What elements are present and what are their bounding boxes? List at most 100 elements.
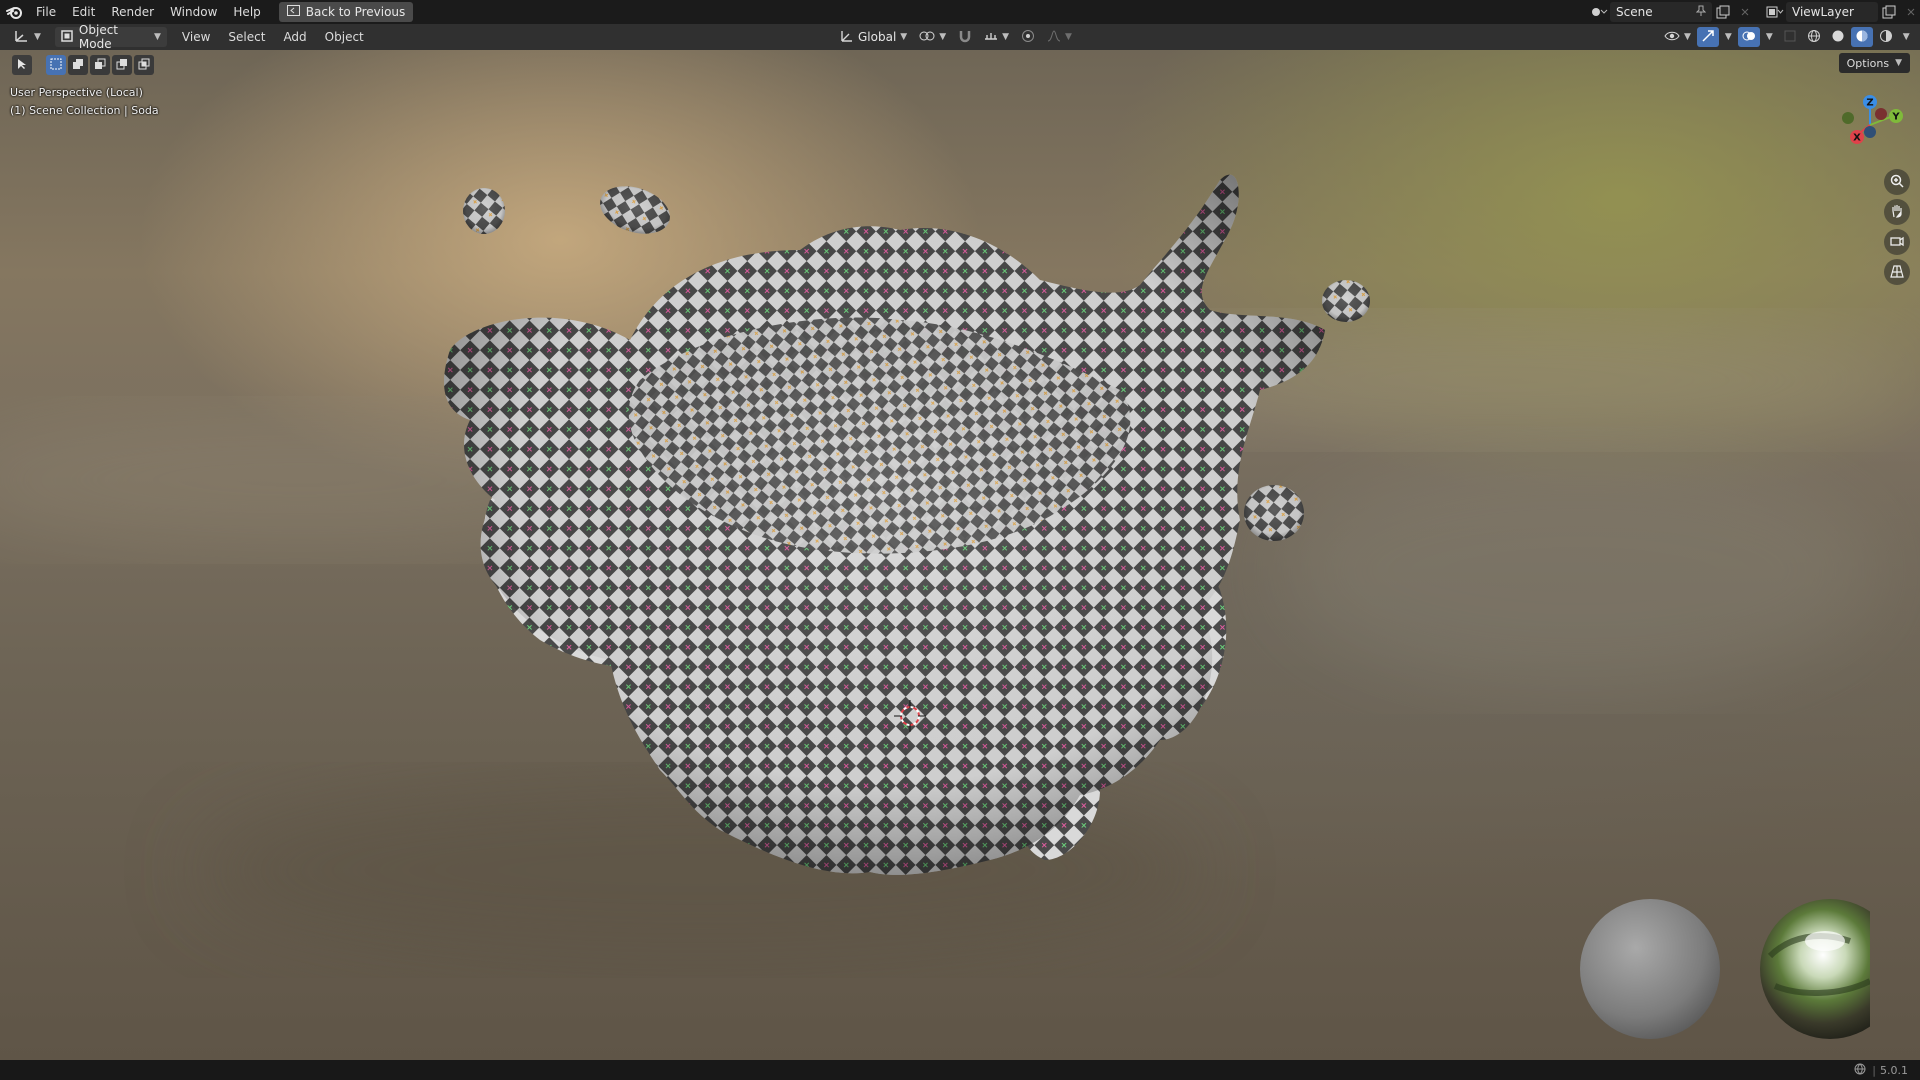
eye-icon bbox=[1664, 30, 1680, 45]
shading-dropdown[interactable]: ▼ bbox=[1899, 27, 1914, 47]
camera-view-button[interactable] bbox=[1884, 229, 1910, 255]
delete-viewlayer-icon[interactable] bbox=[1900, 2, 1920, 22]
gizmo-x-label: X bbox=[1853, 133, 1861, 144]
menu-file[interactable]: File bbox=[28, 0, 64, 24]
gizmo-neg-y[interactable] bbox=[1842, 112, 1854, 124]
snap-increment-icon bbox=[984, 29, 998, 46]
pivot-point-dropdown[interactable]: ▼ bbox=[915, 27, 950, 47]
editor-type-icon bbox=[14, 29, 30, 46]
zoom-button[interactable] bbox=[1884, 169, 1910, 195]
magnet-icon bbox=[958, 29, 972, 46]
viewport-tool-strip bbox=[12, 54, 154, 76]
droplet[interactable] bbox=[1244, 485, 1304, 541]
matte-sphere bbox=[1580, 899, 1720, 1039]
gizmo-toggle[interactable] bbox=[1696, 27, 1719, 47]
gizmo-neg-z[interactable] bbox=[1864, 126, 1876, 138]
chevron-down-icon: ▼ bbox=[1895, 58, 1902, 68]
header-menu-object[interactable]: Object bbox=[316, 30, 373, 44]
3d-viewport[interactable]: Options ▼ User Perspective (Local) (1) S… bbox=[0, 50, 1920, 1060]
select-tool-button[interactable] bbox=[12, 55, 32, 75]
scene-selector-icon[interactable] bbox=[1588, 2, 1610, 22]
transform-orientation-dropdown[interactable]: Global ▼ bbox=[836, 27, 911, 47]
viewport-header: ▼ Object Mode ▼ View Select Add Object G… bbox=[0, 23, 1920, 51]
options-label: Options bbox=[1846, 56, 1890, 70]
grid-perspective-icon bbox=[1890, 264, 1904, 281]
scene-collection-label: (1) Scene Collection | Soda bbox=[10, 104, 159, 117]
header-menu-select[interactable]: Select bbox=[219, 30, 274, 44]
gizmo-dropdown[interactable]: ▼ bbox=[1721, 27, 1736, 47]
pin-icon[interactable] bbox=[1695, 5, 1707, 20]
select-subtract-button[interactable] bbox=[90, 55, 110, 75]
visibility-dropdown[interactable]: ▼ bbox=[1660, 27, 1695, 47]
viewlayer-selector-icon[interactable] bbox=[1764, 2, 1786, 22]
editor-type-dropdown[interactable]: ▼ bbox=[10, 27, 45, 47]
blender-logo-icon[interactable] bbox=[0, 0, 28, 24]
lookdev-spheres bbox=[1580, 899, 1870, 1039]
status-separator: | bbox=[1872, 1063, 1876, 1077]
header-menu-view[interactable]: View bbox=[173, 30, 219, 44]
transform-orientation-icon bbox=[840, 29, 854, 46]
proportional-editing-icon bbox=[1021, 29, 1035, 46]
proportional-falloff-dropdown[interactable]: ▼ bbox=[1043, 27, 1076, 47]
wireframe-sphere-icon bbox=[1807, 29, 1821, 46]
overlays-toggle[interactable] bbox=[1737, 27, 1760, 47]
hand-icon bbox=[1890, 204, 1904, 221]
rendered-sphere-icon bbox=[1879, 29, 1893, 46]
chevron-down-icon: ▼ bbox=[1724, 32, 1732, 42]
transform-orientation-label: Global bbox=[858, 30, 897, 44]
menu-window[interactable]: Window bbox=[162, 0, 225, 24]
droplet[interactable] bbox=[1322, 280, 1370, 322]
overlays-dropdown[interactable]: ▼ bbox=[1762, 27, 1777, 47]
navigation-gizmo[interactable]: Z Y X bbox=[1830, 92, 1910, 162]
select-extend-button[interactable] bbox=[68, 55, 88, 75]
status-bar: | 5.0.1 bbox=[0, 1060, 1920, 1080]
zoom-icon bbox=[1890, 174, 1904, 191]
material-preview-shading-button[interactable] bbox=[1850, 27, 1873, 47]
overlays-icon bbox=[1742, 29, 1756, 46]
select-new-button[interactable] bbox=[46, 55, 66, 75]
select-intersect-button[interactable] bbox=[134, 55, 154, 75]
chevron-down-icon: ▼ bbox=[1002, 32, 1010, 42]
rendered-shading-button[interactable] bbox=[1875, 27, 1897, 47]
options-dropdown[interactable]: Options ▼ bbox=[1838, 53, 1910, 73]
select-difference-button[interactable] bbox=[112, 55, 132, 75]
snap-toggle[interactable] bbox=[954, 27, 976, 47]
chevron-down-icon: ▼ bbox=[1065, 32, 1072, 42]
new-scene-icon[interactable] bbox=[1712, 2, 1734, 22]
xray-icon bbox=[1783, 29, 1797, 46]
select-new-icon bbox=[50, 58, 62, 73]
menu-help[interactable]: Help bbox=[225, 0, 268, 24]
scene-name-label: Scene bbox=[1616, 5, 1653, 19]
xray-toggle[interactable] bbox=[1779, 27, 1801, 47]
select-subtract-icon bbox=[94, 58, 106, 73]
menu-render[interactable]: Render bbox=[103, 0, 162, 24]
globe-icon bbox=[1854, 1063, 1866, 1078]
header-menu-add[interactable]: Add bbox=[274, 30, 315, 44]
gizmo-y-label: Y bbox=[1891, 112, 1900, 123]
pan-button[interactable] bbox=[1884, 199, 1910, 225]
new-viewlayer-icon[interactable] bbox=[1878, 2, 1900, 22]
object-mode-icon bbox=[61, 29, 73, 45]
chevron-down-icon: ▼ bbox=[1765, 32, 1773, 42]
droplet[interactable] bbox=[594, 178, 676, 242]
droplet[interactable] bbox=[463, 188, 505, 234]
mesh-shading bbox=[444, 174, 1325, 875]
delete-scene-icon[interactable] bbox=[1734, 2, 1756, 22]
wireframe-shading-button[interactable] bbox=[1803, 27, 1825, 47]
camera-icon bbox=[1890, 234, 1904, 251]
perspective-toggle-button[interactable] bbox=[1884, 259, 1910, 285]
object-mode-select[interactable]: Object Mode ▼ bbox=[54, 23, 167, 51]
top-bar: File Edit Render Window Help Back to Pre… bbox=[0, 0, 1920, 24]
proportional-editing-toggle[interactable] bbox=[1017, 27, 1039, 47]
select-extend-icon bbox=[72, 58, 84, 73]
chevron-down-icon: ▼ bbox=[154, 32, 161, 42]
viewlayer-name-field[interactable]: ViewLayer bbox=[1786, 2, 1878, 22]
snap-target-dropdown[interactable]: ▼ bbox=[980, 27, 1013, 47]
select-difference-icon bbox=[116, 58, 128, 73]
chevron-down-icon: ▼ bbox=[900, 32, 908, 42]
gizmo-neg-x[interactable] bbox=[1875, 108, 1887, 120]
back-to-previous-button[interactable]: Back to Previous bbox=[278, 2, 414, 22]
solid-shading-button[interactable] bbox=[1827, 27, 1849, 47]
menu-edit[interactable]: Edit bbox=[64, 0, 103, 24]
scene-name-field[interactable]: Scene bbox=[1610, 2, 1712, 22]
